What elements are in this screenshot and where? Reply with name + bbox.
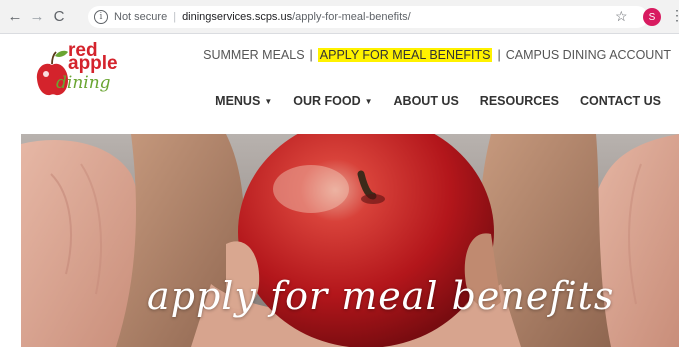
nav-label: RESOURCES <box>479 94 559 108</box>
url-host: diningservices.scps.us <box>182 11 293 23</box>
address-separator: | <box>173 11 177 23</box>
nav-item-contact-us[interactable]: CONTACT US <box>580 94 661 108</box>
url-path: /apply-for-meal-benefits/ <box>292 11 411 23</box>
profile-avatar[interactable]: S <box>643 8 661 26</box>
hero-banner: apply for meal benefits <box>21 134 679 347</box>
nav-label: CONTACT US <box>579 94 661 108</box>
security-label: Not secure <box>114 11 168 23</box>
utility-link-campus-dining-account[interactable]: CAMPUS DINING ACCOUNT <box>506 48 671 62</box>
back-arrow-icon[interactable]: ← <box>4 6 26 28</box>
utility-separator: | <box>497 48 501 62</box>
logo-word-dining: dining <box>56 73 111 93</box>
nav-label: MENUS <box>215 94 261 108</box>
nav-item-about-us[interactable]: ABOUT US <box>394 94 459 108</box>
nav-item-menus[interactable]: MENUS ▼ <box>215 94 272 108</box>
address-bar[interactable]: i Not secure | diningservices.scps.us/ap… <box>88 6 648 28</box>
nav-label: ABOUT US <box>393 94 459 108</box>
reload-icon[interactable]: C <box>48 6 70 28</box>
nav-item-resources[interactable]: RESOURCES <box>480 94 559 108</box>
info-icon[interactable]: i <box>94 10 108 24</box>
main-nav: MENUS ▼ OUR FOOD ▼ ABOUT US RESOURCES CONT… <box>194 94 661 108</box>
logo-word-apple: apple <box>68 53 118 74</box>
kebab-menu-icon[interactable]: ⋮ <box>670 7 679 24</box>
logo-wordmark: red apple <box>68 41 118 74</box>
utility-nav: SUMMER MEALS | APPLY FOR MEAL BENEFITS |… <box>203 48 671 62</box>
hero-title: apply for meal benefits <box>147 274 615 318</box>
utility-link-summer-meals[interactable]: SUMMER MEALS <box>203 48 304 62</box>
star-icon[interactable]: ☆ <box>615 8 628 25</box>
browser-toolbar: ← → C i Not secure | diningservices.scps… <box>0 0 679 34</box>
forward-arrow-icon[interactable]: → <box>26 6 48 28</box>
caret-down-icon: ▼ <box>364 96 373 106</box>
utility-separator: | <box>309 48 313 62</box>
caret-down-icon: ▼ <box>264 96 273 106</box>
utility-link-apply-for-meal-benefits[interactable]: APPLY FOR MEAL BENEFITS <box>317 48 493 62</box>
nav-label: OUR FOOD <box>293 94 361 108</box>
nav-item-our-food[interactable]: OUR FOOD ▼ <box>293 94 372 108</box>
